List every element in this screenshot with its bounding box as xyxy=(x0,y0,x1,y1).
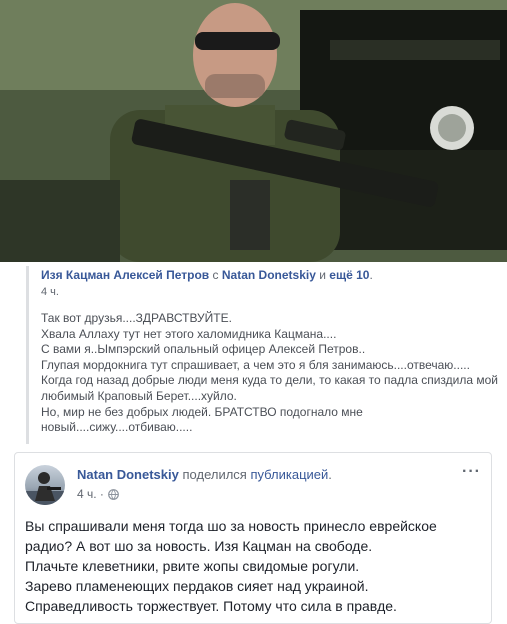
shared-post-header: Изя Кацман Алексей Петров с Natan Donets… xyxy=(41,268,373,282)
post-text: Вы спрашивали меня тогда шо за новость п… xyxy=(25,516,485,616)
post-meta: 4 ч. · xyxy=(77,487,119,501)
shared-text-line: Так вот друзья....ЗДРАВСТВУЙТЕ. xyxy=(41,311,232,325)
post-text-line: Справедливость торжествует. Потому что с… xyxy=(25,598,397,614)
post-header: Natan Donetskiy поделился публикацией. xyxy=(77,467,332,482)
shared-text-line: С вами я..Ымпэрский опальный офицер Алек… xyxy=(41,342,366,357)
post-timestamp[interactable]: 4 ч. · xyxy=(77,487,104,501)
globe-icon[interactable] xyxy=(108,488,119,500)
shared-text-line: Хвала Аллаху тут нет этого халомидника К… xyxy=(41,326,337,341)
post-author-link[interactable]: Natan Donetskiy xyxy=(77,467,179,482)
shared-author-link[interactable]: Изя Кацман Алексей Петров xyxy=(41,268,209,282)
avatar-figure xyxy=(25,472,65,505)
and-word: и xyxy=(319,268,326,282)
shared-post: Изя Кацман Алексей Петров с Natan Donets… xyxy=(26,266,499,444)
shared-text-line: Глупая мордокнига тут спрашивает, а чем … xyxy=(41,357,470,372)
shared-post-text: Так вот друзья....ЗДРАВСТВУЙТЕ. Хвала Ал… xyxy=(41,311,501,436)
post-text-line: Вы спрашивали меня тогда шо за новость п… xyxy=(25,518,437,534)
post-header-period: . xyxy=(328,467,332,482)
post-card: Natan Donetskiy поделился публикацией. 4… xyxy=(14,452,492,624)
header-period: . xyxy=(369,268,373,282)
shared-post-timestamp[interactable]: 4 ч. xyxy=(41,286,59,298)
post-text-line: радио? А вот шо за новость. Изя Кацман н… xyxy=(25,538,373,554)
publication-link[interactable]: публикацией xyxy=(250,467,328,482)
avatar[interactable] xyxy=(25,465,65,505)
post-action: поделился xyxy=(182,467,247,482)
shared-photo[interactable] xyxy=(0,0,507,262)
photo-illustration xyxy=(0,0,507,262)
shared-text-line: Но, мир не без добрых людей. БРАТСТВО по… xyxy=(41,404,363,419)
post-text-line: Зарево пламенеющих пердаков сияет над ук… xyxy=(25,578,369,594)
shared-text-line: новый....сижу....отбиваю..... xyxy=(41,420,193,435)
tagged-user-link[interactable]: Natan Donetskiy xyxy=(222,268,316,282)
more-options-icon[interactable]: ··· xyxy=(462,463,481,481)
shared-text-line: любимый Краповый Берет....хуйло. xyxy=(41,388,237,403)
with-word: с xyxy=(212,268,219,282)
post-text-line: Плачьте клеветники, рвите жопы свидомые … xyxy=(25,558,360,574)
others-link[interactable]: ещё 10 xyxy=(329,268,369,282)
shared-text-line: Когда год назад добрые люди меня куда то… xyxy=(41,373,498,388)
